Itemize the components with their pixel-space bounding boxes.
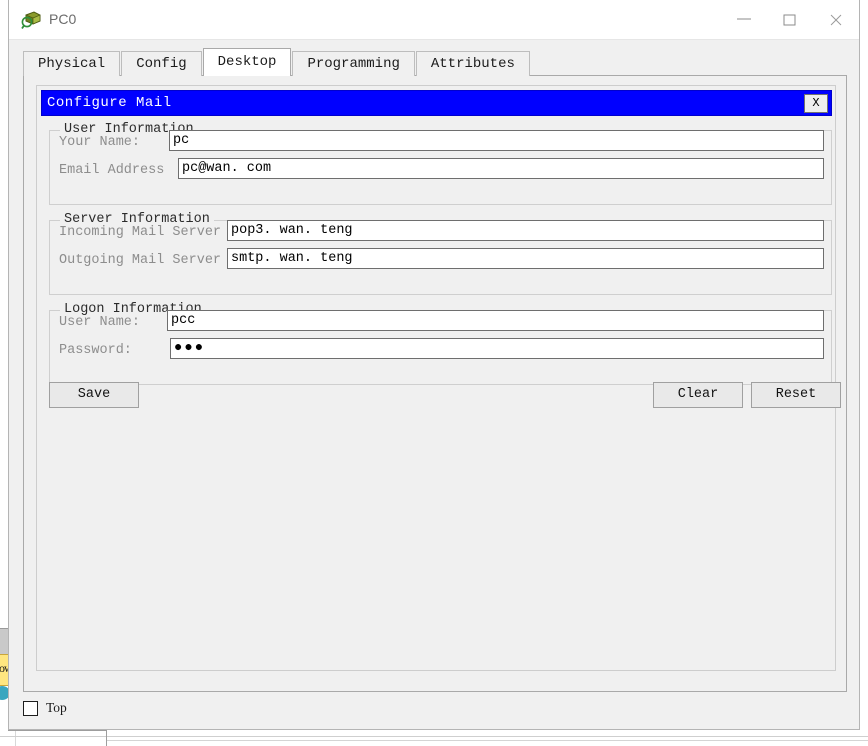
desktop-tab-panel: Configure Mail X User Information Your N…: [23, 75, 847, 692]
tab-desktop[interactable]: Desktop: [202, 48, 292, 76]
save-button[interactable]: Save: [49, 382, 139, 408]
close-button[interactable]: [813, 0, 859, 39]
reset-button[interactable]: Reset: [751, 382, 841, 408]
your-name-input[interactable]: pc: [169, 130, 824, 151]
background-corner-horizontal: [8, 730, 107, 731]
your-name-label: Your Name:: [59, 135, 141, 150]
pc-device-icon: [21, 9, 43, 31]
clear-button[interactable]: Clear: [653, 382, 743, 408]
minimize-button[interactable]: [721, 0, 767, 39]
maximize-button[interactable]: [767, 0, 813, 39]
tab-attributes[interactable]: Attributes: [415, 51, 530, 76]
pc0-window: PC0 Physical Config Desktop Programming …: [8, 0, 860, 730]
tab-physical[interactable]: Physical: [23, 51, 121, 76]
dialog-title: Configure Mail: [47, 95, 172, 111]
background-corner-vertical: [106, 730, 107, 746]
outgoing-mail-server-label: Outgoing Mail Server: [59, 253, 222, 268]
dialog-close-button[interactable]: X: [804, 94, 828, 113]
configure-mail-dialog: Configure Mail X User Information Your N…: [36, 85, 841, 671]
tab-config[interactable]: Config: [121, 51, 202, 76]
window-title: PC0: [49, 11, 77, 27]
top-checkbox[interactable]: [23, 700, 38, 716]
incoming-mail-server-label: Incoming Mail Server: [59, 225, 222, 240]
user-name-input[interactable]: pcc: [167, 310, 824, 331]
top-checkbox-row: Top: [23, 700, 67, 716]
tab-bar: Physical Config Desktop Programming Attr…: [23, 48, 847, 76]
user-name-label: User Name:: [59, 315, 141, 330]
password-label: Password:: [59, 343, 132, 358]
window-titlebar: PC0: [9, 0, 859, 40]
email-address-label: Email Address: [59, 163, 165, 178]
tab-programming[interactable]: Programming: [292, 51, 415, 76]
background-bottom-line-2: [106, 740, 868, 741]
email-address-input[interactable]: pc@wan. com: [178, 158, 824, 179]
incoming-mail-server-input[interactable]: pop3. wan. teng: [227, 220, 824, 241]
dialog-titlebar: Configure Mail X: [41, 90, 832, 116]
top-checkbox-label: Top: [46, 700, 67, 715]
background-bottom-line: [0, 736, 868, 737]
password-input[interactable]: ●●●: [170, 338, 824, 359]
outgoing-mail-server-input[interactable]: smtp. wan. teng: [227, 248, 824, 269]
